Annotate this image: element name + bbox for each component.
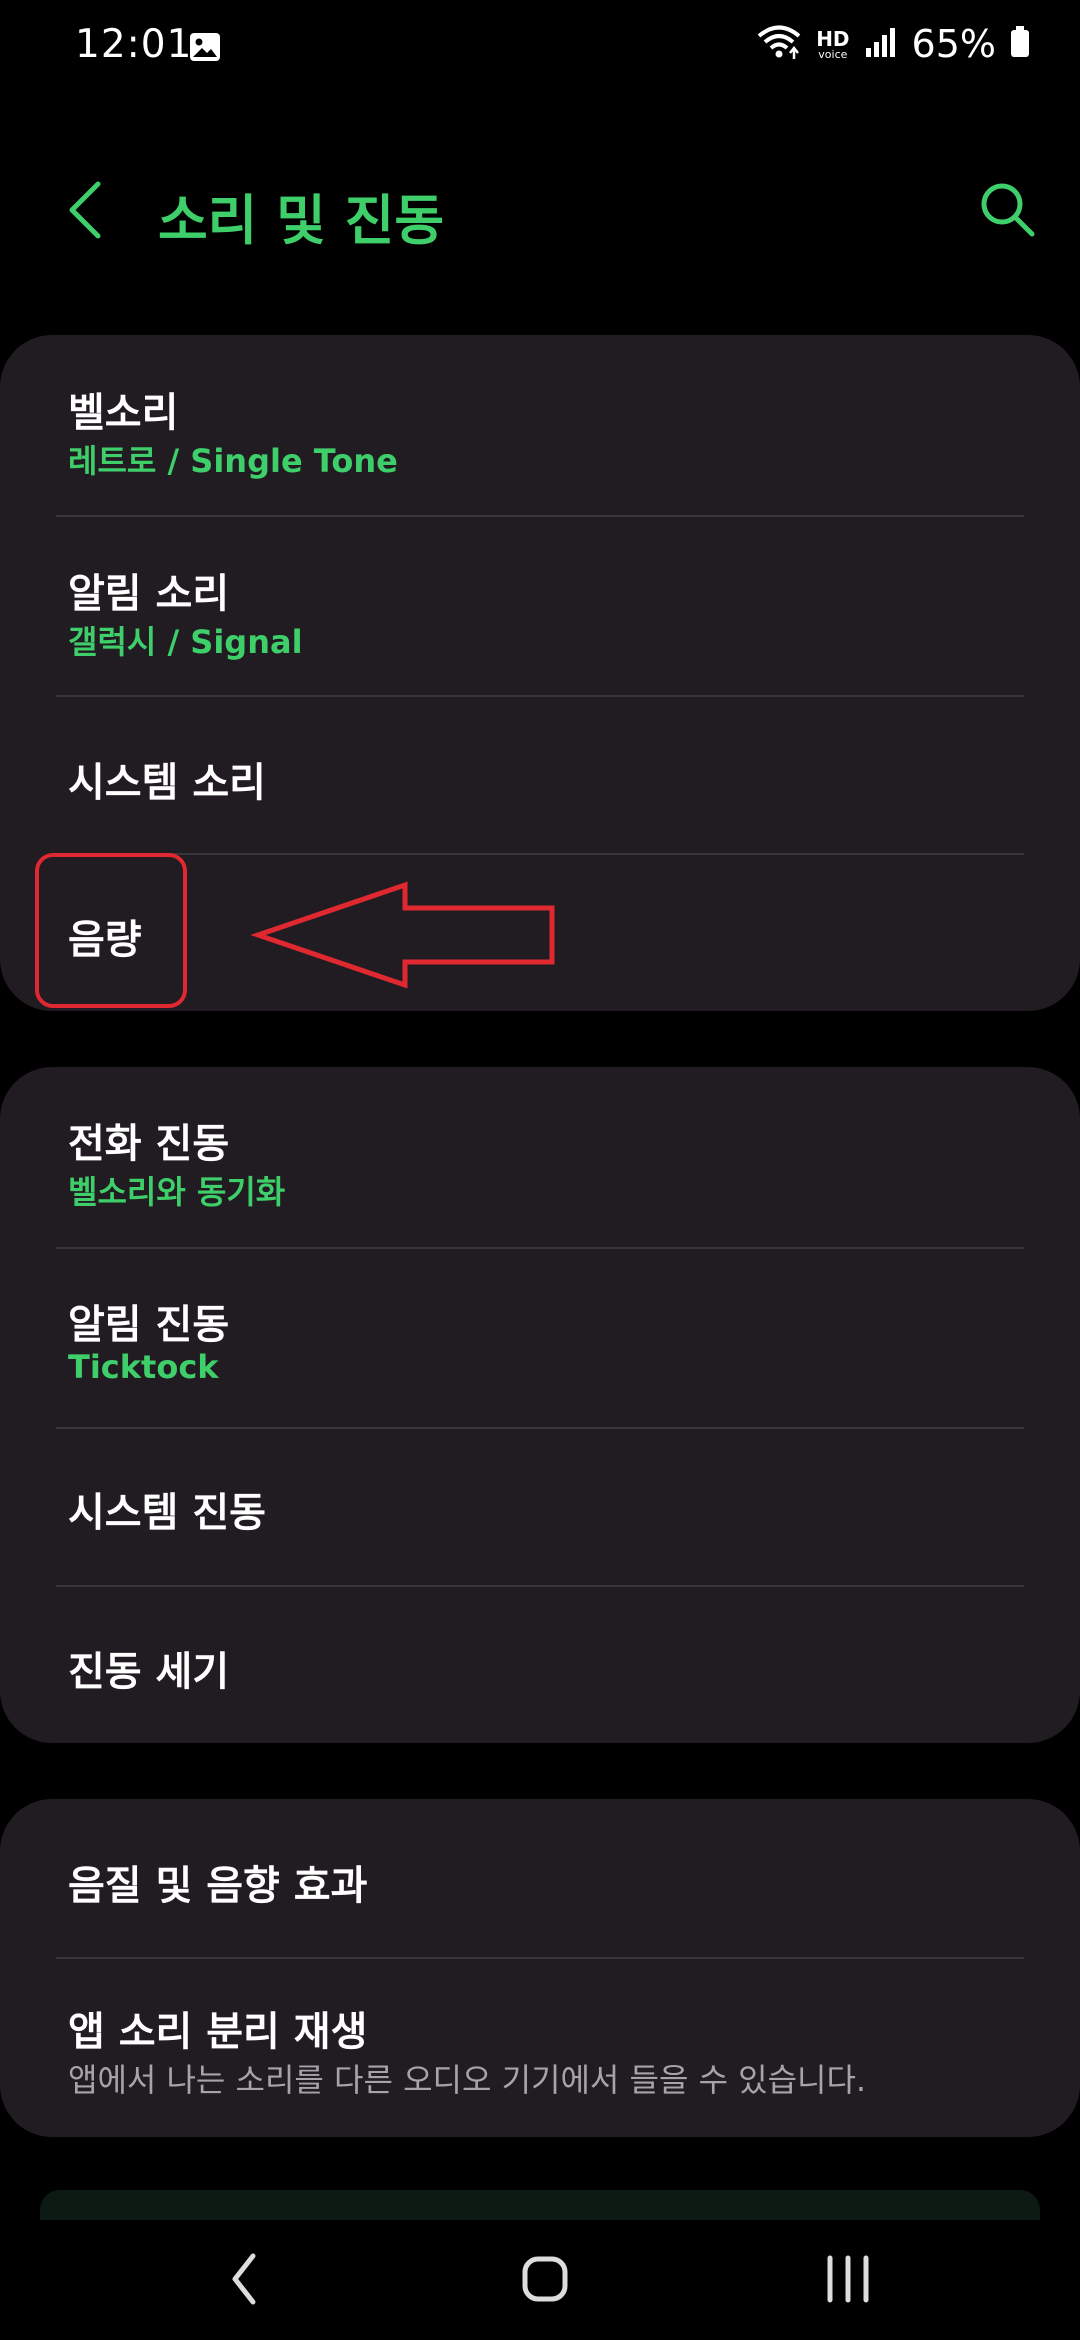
notification-sound-subtitle: 갤럭시 / Signal: [68, 623, 303, 661]
nav-home-button[interactable]: [505, 2244, 585, 2314]
wifi-icon: [756, 23, 802, 65]
call-vibration-item[interactable]: 전화 진동 벨소리와 동기화: [0, 1067, 1080, 1247]
voice-label: voice: [818, 47, 848, 61]
app-bar: 소리 및 진동: [0, 150, 1080, 270]
next-card-edge: [40, 2190, 1040, 2220]
battery-icon: [1010, 26, 1030, 62]
vibration-settings-card: 전화 진동 벨소리와 동기화 알림 진동 Ticktock 시스템 진동 진동 …: [0, 1067, 1080, 1743]
back-icon: [69, 181, 101, 239]
vibration-intensity-title: 진동 세기: [68, 1649, 230, 1695]
separate-app-sound-subtitle: 앱에서 나는 소리를 다른 오디오 기기에서 들을 수 있습니다.: [68, 2061, 867, 2099]
status-icons: HD voice 65%: [756, 22, 1030, 66]
status-bar: 12:01 HD voice 65%: [0, 0, 1080, 94]
nav-back-button[interactable]: [205, 2244, 285, 2314]
notification-vibration-subtitle: Ticktock: [68, 1348, 219, 1386]
hd-voice-indicator: HD voice: [816, 29, 849, 60]
system-vibration-title: 시스템 진동: [68, 1490, 266, 1536]
nav-back-icon: [232, 2253, 256, 2305]
audio-settings-card: 음질 및 음향 효과 앱 소리 분리 재생 앱에서 나는 소리를 다른 오디오 …: [0, 1799, 1080, 2137]
call-vibration-title: 전화 진동: [68, 1121, 230, 1167]
separate-app-sound-item[interactable]: 앱 소리 분리 재생 앱에서 나는 소리를 다른 오디오 기기에서 들을 수 있…: [0, 1959, 1080, 2137]
highlight-box: [35, 853, 187, 1008]
nav-home-icon: [522, 2256, 568, 2302]
search-button[interactable]: [976, 178, 1040, 242]
status-time: 12:01: [75, 22, 193, 67]
notification-sound-item[interactable]: 알림 소리 갤럭시 / Signal: [0, 517, 1080, 695]
annotation-arrow: [250, 881, 555, 989]
system-sound-item[interactable]: 시스템 소리: [0, 697, 1080, 853]
sound-quality-title: 음질 및 음향 효과: [68, 1863, 368, 1909]
battery-percent: 65%: [911, 22, 996, 66]
notification-sound-title: 알림 소리: [68, 571, 230, 617]
notification-vibration-title: 알림 진동: [68, 1302, 230, 1348]
back-button[interactable]: [58, 178, 118, 242]
nav-recents-icon: [827, 2255, 869, 2303]
image-icon: [189, 32, 221, 66]
search-icon: [981, 183, 1035, 237]
notification-vibration-item[interactable]: 알림 진동 Ticktock: [0, 1249, 1080, 1427]
navigation-bar: [0, 2220, 1080, 2340]
signal-icon: [864, 26, 898, 62]
call-vibration-subtitle: 벨소리와 동기화: [68, 1173, 286, 1211]
ringtone-title: 벨소리: [68, 390, 179, 436]
nav-recents-button[interactable]: [808, 2244, 888, 2314]
system-sound-title: 시스템 소리: [68, 760, 266, 806]
hd-label: HD: [816, 26, 850, 51]
vibration-intensity-item[interactable]: 진동 세기: [0, 1587, 1080, 1743]
page-title: 소리 및 진동: [158, 189, 444, 252]
separate-app-sound-title: 앱 소리 분리 재생: [68, 2009, 368, 2055]
ringtone-subtitle: 레트로 / Single Tone: [68, 442, 398, 480]
system-vibration-item[interactable]: 시스템 진동: [0, 1429, 1080, 1585]
ringtone-item[interactable]: 벨소리 레트로 / Single Tone: [0, 335, 1080, 515]
sound-quality-item[interactable]: 음질 및 음향 효과: [0, 1799, 1080, 1957]
